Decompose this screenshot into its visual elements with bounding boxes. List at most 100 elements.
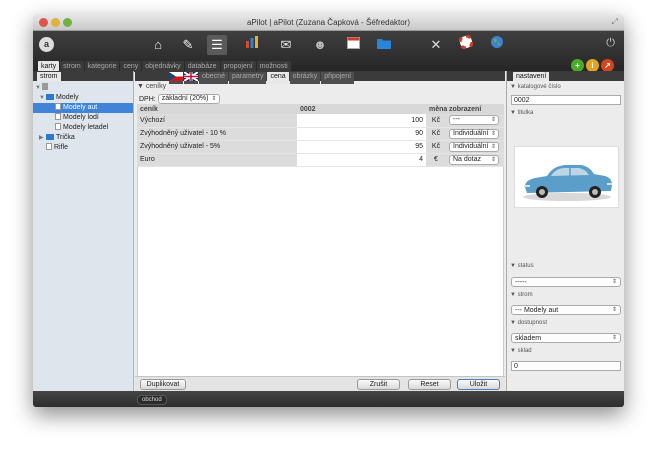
globe-icon[interactable] [487,35,507,55]
tree-item-modely-lodi[interactable]: Modely lodí [33,113,133,123]
disclosure-icon: ▼ [137,83,144,90]
select-arrow-icon: ⇕ [490,143,496,150]
edit-icon[interactable]: ✎ [178,35,198,55]
title-bar: aPilot | aPilot (Zuzana Čapková - Šéfred… [33,14,624,31]
disclosure-icon: ▼ [510,320,516,326]
table-row: Zvýhodněný uživatel - 10 % 90 Kč Individ… [137,127,504,141]
price-name: Euro [137,153,297,167]
tab-uk-flag[interactable] [183,71,199,84]
catalog-label[interactable]: ▼ katalogové číslo [510,84,561,90]
price-value-input[interactable]: 100 [297,114,426,128]
lifebuoy-icon[interactable] [456,34,476,55]
availability-select[interactable]: skladem ⇕ [511,333,621,343]
page-icon [55,123,61,130]
folder-icon [46,94,54,100]
tab-cena[interactable]: cena [267,72,289,84]
price-name: Výchozí [137,114,297,128]
house-icon[interactable]: ⌂ [148,35,168,55]
stock-label[interactable]: ▼ sklad [510,348,532,354]
tree-item-tricka[interactable]: ▶ Trička [33,133,133,143]
column-header-mena[interactable]: měna [426,104,447,114]
mail-icon[interactable]: ✉ [276,35,296,55]
display-select[interactable]: Individuální ⇕ [449,128,499,139]
price-name: Zvýhodněný uživatel - 10 % [137,127,297,141]
table-row: Zvýhodněný uživatel - 5% 95 Kč Individuá… [137,140,504,154]
tree-select[interactable]: --- Modely aut ⇕ [511,305,621,315]
status-tab-obchod[interactable]: obchod [137,395,167,405]
status-label[interactable]: ▼ status [510,263,534,269]
select-arrow-icon: ⇕ [611,279,617,285]
tile-label[interactable]: ▼ titulka [510,110,533,116]
list-icon [42,83,48,90]
tree-label[interactable]: ▼ strom [510,292,533,298]
tab-obrazky[interactable]: obrázky [289,72,321,84]
select-arrow-icon: ⇕ [611,335,617,341]
tab-nastaveni[interactable]: nastavení [513,72,550,81]
disclosure-icon: ▼ [510,84,516,90]
expand-icon[interactable]: ▼ [39,93,46,103]
catalog-number-input[interactable]: 0002 [511,95,621,105]
price-value-input[interactable]: 4 [297,153,426,167]
zoom-window-button[interactable] [63,18,72,27]
save-button[interactable]: Uložit [457,379,500,390]
price-value-input[interactable]: 95 [297,140,426,154]
tab-cz-flag[interactable] [169,72,183,84]
dph-select[interactable]: základní (20%) ⇕ [157,94,221,104]
select-arrow-icon: ⇕ [211,96,217,102]
tree-item-rifle[interactable]: Rifle [33,143,133,153]
chart-icon[interactable] [242,35,262,55]
availability-label[interactable]: ▼ dostupnost [510,320,547,326]
column-header-cenik[interactable]: ceník [137,104,297,114]
duplicate-button[interactable]: Duplikovat [140,379,186,390]
select-arrow-icon: ⇕ [611,307,617,313]
tab-pripojeni[interactable]: připojení [321,72,355,84]
cancel-button[interactable]: Zrušit [357,379,400,390]
tree-item-modely-aut[interactable]: Modely aut [33,103,133,113]
display-select[interactable]: Individuální ⇕ [449,141,499,152]
section-toggle[interactable]: ▼ ceníky [137,83,166,90]
tab-obecne[interactable]: obecné [199,72,228,84]
main-toolbar: a ⌂ ✎ ☰ ✉ ☻ ✕ ⏻ karty strom kategorie ce… [33,31,624,72]
tree-item-modely[interactable]: ▼ Modely [33,93,133,103]
settings-panel: nastavení ▼ katalogové číslo 0002 ▼ titu… [506,71,624,391]
display-select[interactable]: --- ⇕ [449,115,499,126]
users-icon[interactable]: ☻ [310,35,330,55]
disclosure-icon: ▼ [510,110,516,116]
expand-icon[interactable]: ▼ [35,83,42,93]
folder-icon[interactable] [374,35,394,55]
table-row: Výchozí 100 Kč --- ⇕ [137,114,504,128]
status-select[interactable]: ----- ⇕ [511,277,621,287]
product-image[interactable] [514,146,619,208]
minimize-window-button[interactable] [51,18,60,27]
app-logo[interactable]: a [39,37,54,52]
reset-button[interactable]: Reset [408,379,451,390]
calendar-icon[interactable] [343,35,363,55]
power-icon[interactable]: ⏻ [606,37,615,50]
folder-icon [46,134,54,140]
status-bar: obchod [33,391,624,407]
tree-root[interactable]: ▼ [33,83,133,93]
category-tree: ▼ ▼ Modely Modely aut Modely lodí Modely … [33,81,133,155]
fullscreen-icon[interactable]: ⤢ [612,17,618,27]
select-arrow-icon: ⇕ [490,130,496,137]
close-window-button[interactable] [39,18,48,27]
tree-item-modely-letadel[interactable]: Modely letadel [33,123,133,133]
tab-parametry[interactable]: parametry [228,72,267,84]
column-header-zobrazeni[interactable]: zobrazení [446,104,504,114]
currency: € [426,153,446,167]
collapsed-icon[interactable]: ▶ [39,133,46,143]
dph-row: DPH: základní (20%) ⇕ [139,94,221,104]
tools-icon[interactable]: ✕ [426,35,446,55]
stock-input[interactable]: 0 [511,361,621,371]
price-name: Zvýhodněný uživatel - 5% [137,140,297,154]
display-select[interactable]: Na dotaz ⇕ [449,154,499,165]
app-window: aPilot | aPilot (Zuzana Čapková - Šéfred… [33,14,624,407]
disclosure-icon: ▼ [510,292,516,298]
tab-strom[interactable]: strom [37,72,61,81]
list-icon[interactable]: ☰ [207,35,227,55]
page-icon [55,103,61,110]
price-value-input[interactable]: 90 [297,127,426,141]
currency: Kč [426,114,446,128]
column-header-0002[interactable]: 0002 [297,104,426,114]
currency: Kč [426,140,446,154]
